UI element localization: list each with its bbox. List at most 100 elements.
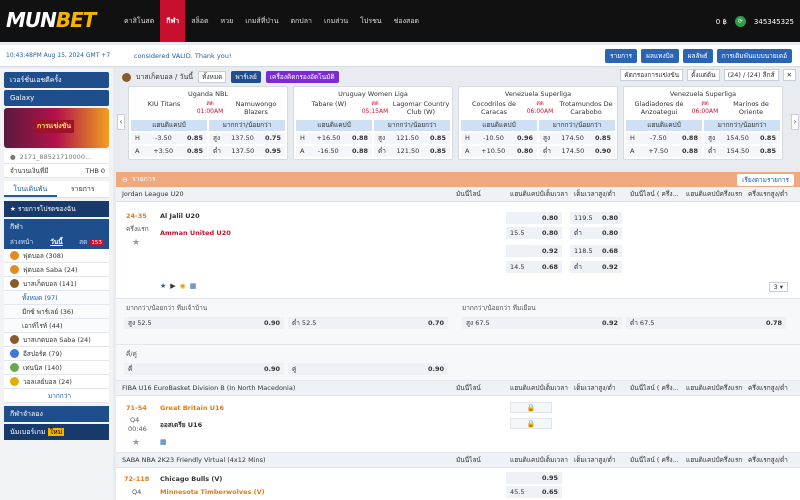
odds-cell[interactable]: ต่ำ 0.80: [570, 227, 622, 239]
favorite-star-icon[interactable]: ★: [132, 238, 140, 248]
sport-item-basketball[interactable]: บาสเก็ตบอล (141): [4, 277, 109, 291]
number-game-bar[interactable]: นัมเบอร์เกม ใหม่: [4, 424, 109, 440]
carousel-left-arrow[interactable]: ‹: [117, 114, 125, 130]
league-row[interactable]: SABA NBA 2K23 Friendly Virtual (4x12 Min…: [116, 453, 800, 468]
odds-cell[interactable]: H -7.50 0.88: [626, 133, 702, 144]
sport-item-football-saba[interactable]: ฟุตบอล Saba (24): [4, 263, 109, 277]
sport-item-football[interactable]: ฟุตบอล (308): [4, 249, 109, 263]
odds-cell[interactable]: สูง 154.50 0.85: [704, 133, 780, 144]
match-filter-select[interactable]: คัดกรองการแข่งขัน: [620, 69, 684, 81]
virtual-sports-bar[interactable]: กีฬาจำลอง: [4, 406, 109, 422]
odds-cell[interactable]: ต่ำ 137.50 0.95: [209, 146, 285, 157]
preferences-button[interactable]: การเดิมพันแบบนายเดอ์: [716, 49, 792, 63]
odds-cell[interactable]: H -3.50 0.85: [131, 133, 207, 144]
sport-item-basketball-saba[interactable]: บาสเกตบอล Saba (24): [4, 333, 109, 347]
odds-cell[interactable]: 45.5 0.65: [506, 486, 562, 498]
nav-item-sports[interactable]: กีฬา: [160, 0, 186, 42]
sub-item-parlay[interactable]: มีกซ์ พาร์เลย์ (36): [4, 305, 109, 319]
nav-item[interactable]: โปรชน: [354, 0, 388, 42]
odds-cell[interactable]: 14.5 0.68: [506, 261, 562, 273]
nav-item[interactable]: เกมส์ที่ป่าน: [239, 0, 284, 42]
odds-cell[interactable]: 0.92: [506, 245, 562, 257]
odds-cell[interactable]: ต่ำ 174.50 0.90: [539, 146, 615, 157]
sub-item-outright[interactable]: เอาท์ไรท์ (44): [4, 319, 109, 333]
favorites-bar[interactable]: ★ รายการโปรดของฉัน: [4, 201, 109, 217]
odds-cell[interactable]: A +10.50 0.80: [461, 146, 537, 157]
odds-cell[interactable]: สูง 121.50 0.85: [374, 133, 450, 144]
tab-live[interactable]: สด 153: [74, 235, 109, 249]
odds-cell[interactable]: สูง 174.50 0.85: [539, 133, 615, 144]
tab-list[interactable]: รายการ: [57, 181, 110, 197]
featured-card[interactable]: Uganda NBL KIU Titans สด 01:00AM Namuwong…: [128, 86, 288, 160]
board-title: รายการ: [131, 175, 156, 183]
odds-cell[interactable]: สูง 52.5 0.90: [124, 317, 284, 329]
odds-cell[interactable]: คู่ 0.90: [288, 363, 448, 375]
odds-cell[interactable]: ต่ำ 67.5 0.78: [626, 317, 786, 329]
more-bets-dropdown[interactable]: 3 ▾: [768, 282, 788, 292]
league-row[interactable]: FIBA U16 EuroBasket Division B (In North…: [116, 381, 800, 396]
close-icon[interactable]: ✕: [782, 69, 796, 81]
hd-version-banner[interactable]: เวอร์ชั่นเอชดีครั้ง: [4, 72, 109, 88]
scoreboard-icon[interactable]: ▦: [160, 438, 167, 446]
nav-item[interactable]: สล็อต: [185, 0, 214, 42]
odds-cell[interactable]: 118.5 0.68: [570, 245, 622, 257]
play-icon[interactable]: ▶: [170, 282, 175, 290]
odds-cell[interactable]: 0.80: [506, 212, 562, 224]
username[interactable]: 345345325: [754, 18, 794, 26]
odds-cell[interactable]: 15.5 0.80: [506, 227, 562, 239]
nav-item[interactable]: ช่องสอด: [388, 0, 425, 42]
odds-cell[interactable]: A -16.50 0.88: [296, 146, 372, 157]
odds-cell[interactable]: 119.5 0.80: [570, 212, 622, 224]
sport-header[interactable]: กีฬา: [4, 219, 109, 235]
sort-select[interactable]: ตั้งแต่ต้น: [687, 69, 720, 81]
sort-button[interactable]: เรียงตามรายการ: [737, 174, 794, 186]
side: สูง: [708, 134, 716, 142]
results-button[interactable]: ผลลัพธ์: [682, 49, 713, 63]
featured-card[interactable]: Venezuela Superliga Cocodrilos de Caraca…: [458, 86, 618, 160]
statement-button[interactable]: รายการ: [605, 49, 638, 63]
refresh-icon[interactable]: ⟳: [734, 16, 746, 27]
league-filter-select[interactable]: ทั้งหมด: [198, 71, 227, 83]
collapse-icon[interactable]: ⊖: [122, 176, 128, 184]
odds-cell[interactable]: H -10.50 0.96: [461, 133, 537, 144]
odds-cell[interactable]: H +16.50 0.88: [296, 133, 372, 144]
featured-card[interactable]: Venezuela Superliga Gladiadores de Anzoa…: [623, 86, 783, 160]
odds-cell[interactable]: สูง 67.5 0.92: [462, 317, 622, 329]
parlay-button[interactable]: พาร์เลย์: [231, 71, 261, 83]
carousel-right-arrow[interactable]: ›: [791, 114, 799, 130]
odds-cell[interactable]: สูง 137.50 0.75: [209, 133, 285, 144]
odds-cell[interactable]: ต่ำ 52.5 0.70: [288, 317, 448, 329]
tab-today[interactable]: วันนี้: [39, 235, 74, 249]
tab-bet-slip[interactable]: โบนเดินพัน: [4, 181, 57, 197]
tab-early[interactable]: ล่วงหน้า: [4, 235, 39, 249]
league-count[interactable]: (24) / (24) ลีกส์: [723, 69, 779, 81]
stats-icon[interactable]: ◉: [180, 282, 186, 290]
sport-item-esports[interactable]: อีสปอร์ต (79): [4, 347, 109, 361]
favorite-star-icon[interactable]: ★: [132, 438, 140, 448]
odds-cell[interactable]: A +7.50 0.88: [626, 146, 702, 157]
sub-item-all[interactable]: ทั้งหมด (97): [4, 291, 109, 305]
more-link[interactable]: มากกว่า: [4, 389, 109, 403]
odds-cell[interactable]: ต่ำ 154.50 0.85: [704, 146, 780, 157]
galaxy-banner[interactable]: Galaxy: [4, 90, 109, 106]
odds-cell[interactable]: คี่ 0.90: [124, 363, 284, 375]
nav-item[interactable]: เกมส่วน: [318, 0, 354, 42]
sport-item-volleyball[interactable]: วอลเลย์บอล (24): [4, 375, 109, 389]
auto-filter-button[interactable]: เครื่องคิดกรองอัตโนมัติ: [265, 71, 339, 83]
nav-item[interactable]: หวย: [215, 0, 240, 42]
nav-item[interactable]: ตกปลา: [284, 0, 317, 42]
promo-banner[interactable]: การแข่งขัน: [4, 108, 109, 148]
scoreboard-icon[interactable]: ▦: [190, 282, 197, 290]
odds-cell[interactable]: 0.95: [506, 472, 562, 484]
favorite-icon[interactable]: ★: [160, 282, 166, 290]
featured-card[interactable]: Uruguay Women Liga Tabare (W) สด 05:15AM …: [293, 86, 453, 160]
odds-cell[interactable]: ต่ำ 121.50 0.85: [374, 146, 450, 157]
sport-item-tennis[interactable]: เทนนิส (140): [4, 361, 109, 375]
odds-cell[interactable]: ต่ำ 0.92: [570, 261, 622, 273]
league-row[interactable]: Jordan League U20 มันนี่ไลน์ แฮนดิแคปป์เ…: [116, 187, 800, 202]
bet-list-button[interactable]: ผลแทงบิล: [641, 49, 679, 63]
nav-item[interactable]: คาสิโนสด: [118, 0, 160, 42]
odds-cell[interactable]: A +3.50 0.85: [131, 146, 207, 157]
card-col-headers: แฮนดิแคปป์ มากกว่า/น้อยกว่า: [296, 120, 450, 131]
brand-logo[interactable]: MUNBET: [6, 8, 96, 32]
